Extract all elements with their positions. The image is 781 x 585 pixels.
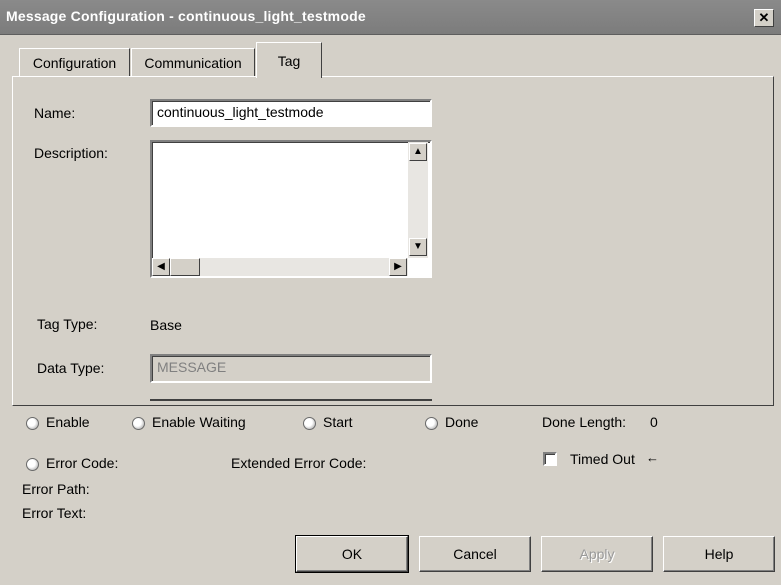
tab-tag[interactable]: Tag: [256, 42, 322, 78]
data-type-label: Data Type:: [37, 360, 105, 376]
help-button[interactable]: Help: [663, 536, 775, 572]
start-label: Start: [323, 414, 353, 430]
done-indicator-icon: [425, 417, 438, 430]
close-button[interactable]: ✕: [754, 9, 774, 27]
tag-type-label: Tag Type:: [37, 316, 98, 332]
scroll-down-icon[interactable]: ▼: [409, 238, 427, 256]
name-label: Name:: [34, 105, 76, 121]
description-label: Description:: [34, 145, 108, 161]
tab-communication[interactable]: Communication: [131, 48, 255, 77]
divider: [150, 399, 432, 401]
horizontal-scrollbar[interactable]: ◀ ▶: [152, 258, 408, 276]
scroll-left-icon[interactable]: ◀: [152, 258, 170, 276]
tab-configuration[interactable]: Configuration: [19, 48, 130, 77]
tag-panel: Name: continuous_light_testmode Descript…: [12, 76, 774, 406]
extended-error-code-label: Extended Error Code:: [231, 455, 367, 471]
done-label: Done: [445, 414, 479, 430]
timed-out-checkbox: [543, 452, 557, 466]
start-indicator-icon: [303, 417, 316, 430]
ok-button[interactable]: OK: [295, 535, 409, 573]
enable-waiting-label: Enable Waiting: [152, 414, 246, 430]
error-code-indicator-icon: [26, 458, 39, 471]
error-code-label: Error Code:: [46, 455, 119, 471]
vertical-scrollbar[interactable]: ▲ ▼: [408, 142, 428, 258]
cancel-button[interactable]: Cancel: [419, 536, 531, 572]
scroll-up-icon[interactable]: ▲: [409, 143, 427, 161]
scroll-right-icon[interactable]: ▶: [389, 258, 407, 276]
timed-out-label: Timed Out: [570, 451, 635, 467]
error-path-label: Error Path:: [22, 481, 90, 497]
enable-waiting-indicator-icon: [132, 417, 145, 430]
data-type-field: MESSAGE: [150, 354, 432, 383]
title-bar: Message Configuration - continuous_light…: [0, 0, 781, 35]
name-input[interactable]: continuous_light_testmode: [150, 99, 432, 127]
enable-label: Enable: [46, 414, 90, 430]
error-text-label: Error Text:: [22, 505, 87, 521]
done-length-value: 0: [650, 414, 658, 430]
window-title: Message Configuration - continuous_light…: [6, 8, 366, 24]
description-textarea[interactable]: ▲ ▼ ◀ ▶: [150, 140, 432, 278]
scroll-thumb[interactable]: [170, 258, 200, 276]
enable-indicator-icon: [26, 417, 39, 430]
done-length-label: Done Length:: [542, 414, 627, 430]
arrow-left-icon: ←: [646, 450, 659, 465]
apply-button[interactable]: Apply: [541, 536, 653, 572]
tag-type-value: Base: [150, 317, 182, 333]
